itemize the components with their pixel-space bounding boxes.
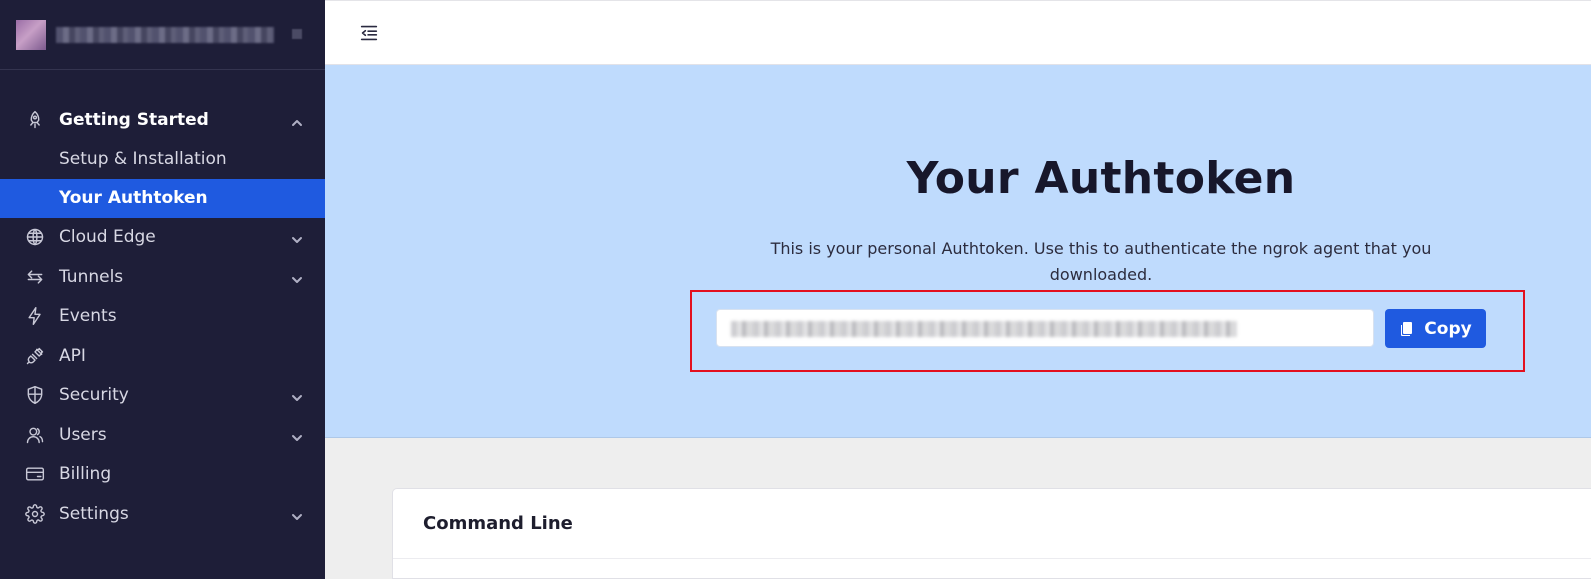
sidebar-item-label: Security (59, 385, 129, 406)
top-bar (325, 0, 1591, 65)
sidebar-item-label: Events (59, 306, 117, 327)
sidebar-subitem-your-authtoken[interactable]: Your Authtoken (0, 178, 325, 218)
main-content: Your Authtoken This is your personal Aut… (325, 0, 1591, 579)
sidebar-item-events[interactable]: Events (0, 297, 325, 337)
sidebar-subitem-setup-installation[interactable]: Setup & Installation (0, 140, 325, 179)
command-line-card: Command Line (392, 488, 1591, 579)
account-avatar (16, 20, 46, 50)
page-title: Your Authtoken (906, 153, 1296, 204)
account-name-redacted (56, 27, 274, 43)
sidebar-nav: Getting Started Setup & Installation You… (0, 100, 325, 534)
sidebar-item-api[interactable]: API (0, 336, 325, 376)
sidebar-item-label: Billing (59, 464, 112, 485)
globe-icon (24, 226, 46, 248)
sidebar-item-cloud-edge[interactable]: Cloud Edge (0, 218, 325, 258)
rocket-icon (24, 109, 46, 131)
authtoken-description: This is your personal Authtoken. Use thi… (770, 239, 1432, 284)
arrows-icon (24, 266, 46, 288)
plug-icon (24, 345, 46, 367)
gear-icon (24, 503, 46, 525)
collapse-sidebar-icon (358, 25, 380, 48)
chevron-up-icon (291, 114, 303, 126)
sidebar-item-label: Tunnels (59, 266, 124, 287)
sidebar: Getting Started Setup & Installation You… (0, 0, 325, 579)
sidebar-item-label: Users (59, 424, 107, 445)
account-menu-indicator (292, 29, 302, 39)
shield-icon (24, 384, 46, 406)
copy-button-label: Copy (1424, 318, 1472, 339)
sidebar-item-label: Getting Started (59, 109, 209, 130)
chevron-down-icon (291, 231, 303, 244)
account-switcher[interactable] (0, 0, 325, 70)
credit-card-icon (24, 463, 46, 485)
sidebar-item-label: Cloud Edge (59, 227, 156, 248)
users-icon (24, 424, 46, 446)
copy-button[interactable]: Copy (1385, 309, 1486, 348)
card-divider (393, 558, 1591, 559)
sidebar-item-settings[interactable]: Settings (0, 494, 325, 534)
chevron-down-icon (291, 389, 303, 402)
authtoken-field[interactable] (716, 309, 1374, 347)
chevron-down-icon (291, 429, 303, 441)
sidebar-item-tunnels[interactable]: Tunnels (0, 257, 325, 297)
bolt-icon (24, 305, 46, 327)
chevron-down-icon (291, 271, 303, 283)
sidebar-item-users[interactable]: Users (0, 415, 325, 455)
sidebar-item-getting-started[interactable]: Getting Started (0, 100, 325, 140)
card-title: Command Line (423, 513, 573, 534)
authtoken-hero: Your Authtoken This is your personal Aut… (325, 65, 1591, 438)
sidebar-item-label: Settings (59, 503, 129, 524)
sidebar-item-label: API (59, 345, 86, 366)
copy-icon (1399, 321, 1415, 337)
collapse-sidebar-button[interactable] (358, 22, 380, 44)
sidebar-item-security[interactable]: Security (0, 376, 325, 416)
chevron-down-icon (291, 508, 303, 520)
authtoken-value-redacted (731, 321, 1237, 337)
sidebar-item-billing[interactable]: Billing (0, 455, 325, 495)
